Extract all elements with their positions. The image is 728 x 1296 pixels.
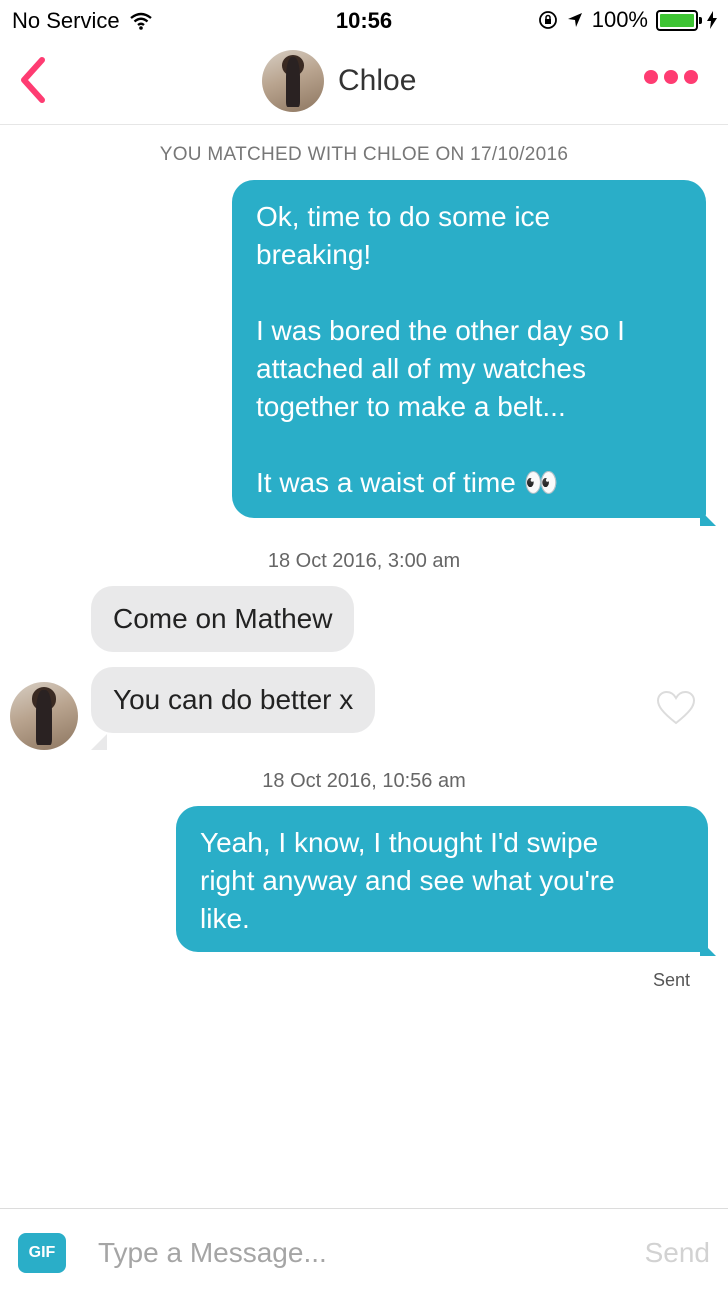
- message-input[interactable]: [96, 1227, 620, 1279]
- location-arrow-icon: [567, 13, 582, 27]
- contact-name: Chloe: [338, 64, 417, 97]
- battery-fill: [660, 13, 694, 27]
- like-heart-icon[interactable]: [656, 690, 696, 726]
- message-text: Come on Mathew: [113, 603, 333, 634]
- outgoing-message-bubble[interactable]: Yeah, I know, I thought I'd swipe right …: [176, 806, 708, 952]
- message-line: Yeah, I know, I thought I'd swipe: [200, 827, 599, 858]
- bubble-tail: [91, 734, 107, 750]
- status-bar: No Service 10:56 100%: [0, 0, 728, 40]
- message-text: You can do better x: [113, 684, 354, 715]
- rotation-lock-icon: [538, 11, 557, 29]
- back-button[interactable]: [14, 52, 54, 108]
- more-dots-icon: [664, 70, 678, 84]
- message-line: breaking!: [256, 239, 372, 270]
- message-line: It was a waist of time 👀: [256, 467, 559, 498]
- message-line: right anyway and see what you're: [200, 865, 615, 896]
- avatar-figure: [285, 57, 301, 108]
- sender-avatar[interactable]: [10, 682, 78, 750]
- contact-info[interactable]: Chloe: [262, 50, 416, 112]
- match-notice: YOU MATCHED WITH CHLOE ON 17/10/2016: [159, 144, 569, 165]
- message-line: I was bored the other day so I: [256, 315, 625, 346]
- status-right: 100%: [538, 7, 718, 33]
- chat-header: Chloe: [0, 40, 728, 125]
- charging-bolt-icon: [707, 11, 717, 29]
- battery-nub: [699, 16, 702, 24]
- gif-button[interactable]: GIF: [18, 1233, 66, 1273]
- send-button[interactable]: Send: [645, 1237, 710, 1269]
- outgoing-message-bubble[interactable]: Ok, time to do some ice breaking! I was …: [232, 180, 706, 518]
- message-timestamp: 18 Oct 2016, 3:00 am: [267, 550, 461, 572]
- message-line: Ok, time to do some ice: [256, 201, 551, 232]
- more-options-button[interactable]: [644, 70, 698, 84]
- message-line: together to make a belt...: [256, 391, 566, 422]
- message-composer: GIF Send: [0, 1208, 728, 1296]
- bubble-tail: [700, 510, 716, 526]
- delivery-status: Sent: [652, 970, 690, 990]
- avatar-figure: [35, 690, 53, 745]
- battery-percent: 100%: [591, 7, 648, 32]
- chevron-left-icon: [21, 57, 45, 103]
- message-timestamp: 18 Oct 2016, 10:56 am: [262, 770, 466, 792]
- battery-icon: [656, 9, 702, 31]
- incoming-message-bubble[interactable]: You can do better x: [91, 667, 376, 733]
- bubble-tail: [700, 940, 716, 956]
- message-line: like.: [200, 903, 250, 934]
- more-dots-icon: [684, 70, 698, 84]
- contact-avatar[interactable]: [262, 50, 324, 112]
- more-dots-icon: [644, 70, 658, 84]
- incoming-message-bubble[interactable]: Come on Mathew: [91, 586, 355, 652]
- message-line: attached all of my watches: [256, 353, 586, 384]
